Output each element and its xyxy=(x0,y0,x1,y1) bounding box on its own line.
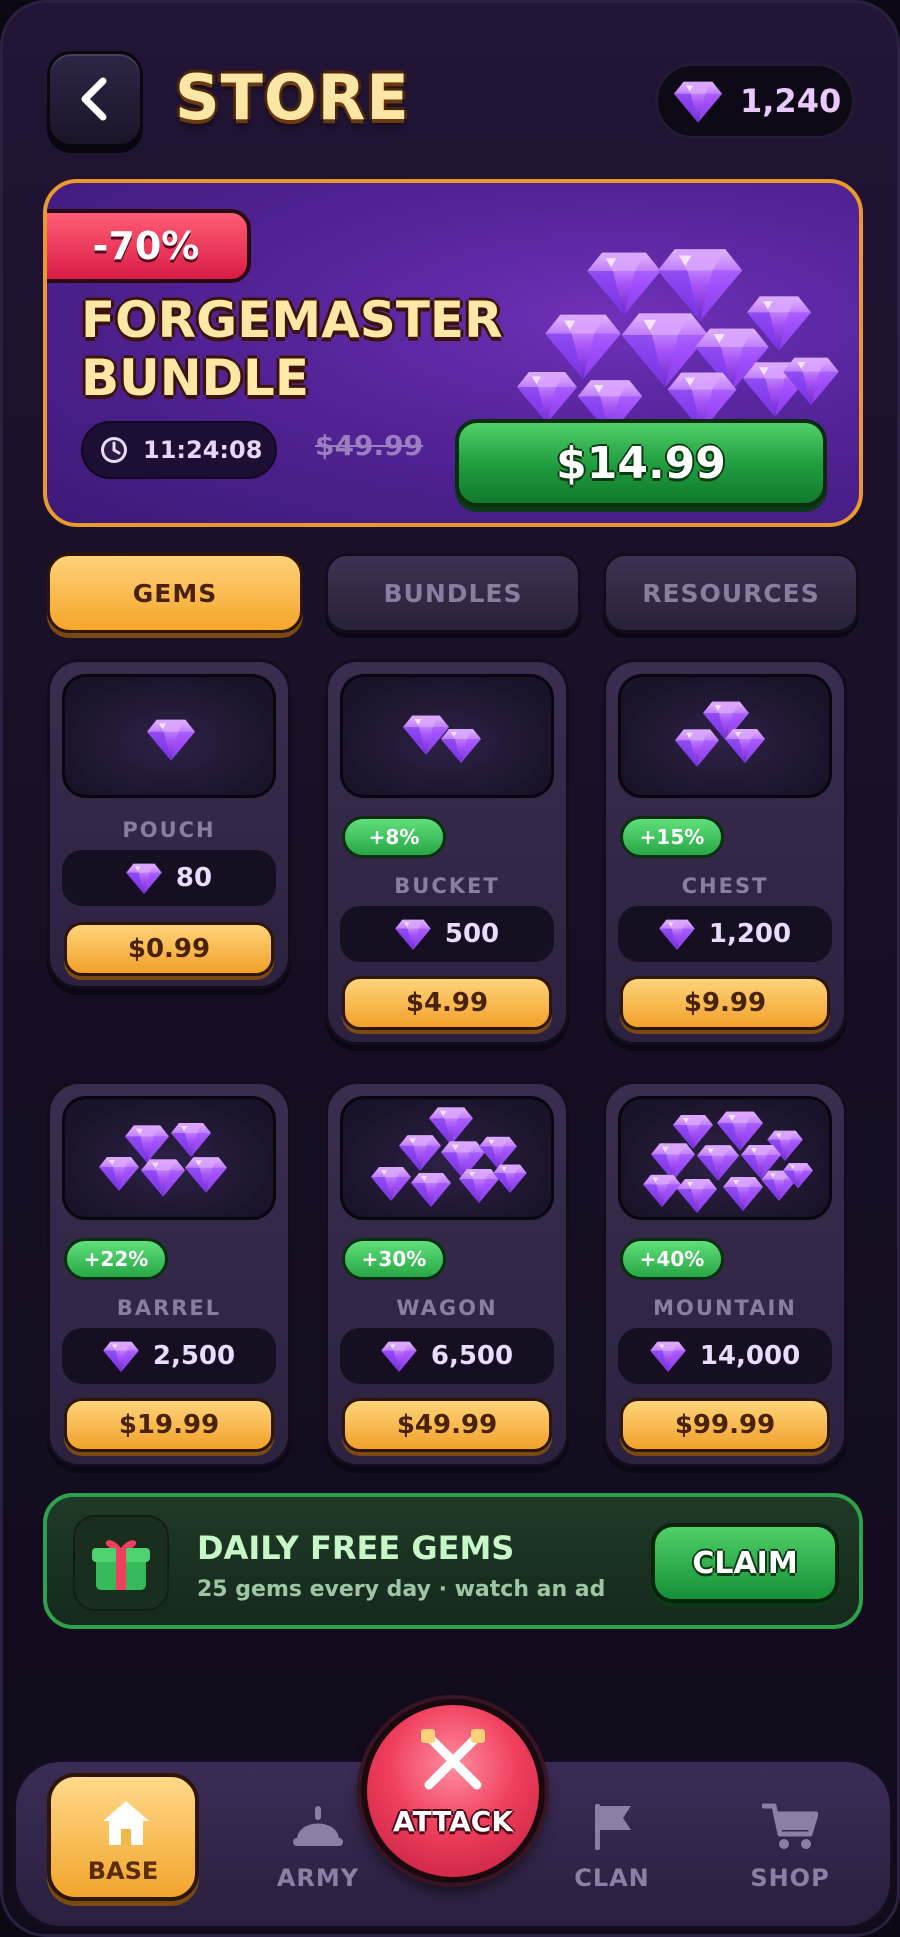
attack-label: ATTACK xyxy=(392,1805,514,1838)
gem-icon xyxy=(381,1340,417,1372)
offer-timer: 11:24:08 xyxy=(81,421,277,479)
tab-gems[interactable]: GEMS xyxy=(47,553,303,633)
gem-icon xyxy=(650,1340,686,1372)
pack-amount: 500 xyxy=(340,906,554,962)
gem-icon xyxy=(103,1340,139,1372)
featured-offer[interactable]: -70% FORGEMASTER BUNDLE 11:24:08 $49.99 … xyxy=(43,179,863,527)
nav-shop[interactable]: SHOP xyxy=(720,1798,860,1892)
pack-price-button[interactable]: $19.99 xyxy=(64,1398,274,1452)
pack-name: WAGON xyxy=(396,1296,498,1320)
pack-art xyxy=(62,674,276,798)
nav-shop-label: SHOP xyxy=(750,1864,830,1892)
crossed-swords-icon xyxy=(421,1729,485,1790)
bonus-badge: +30% xyxy=(342,1238,446,1280)
gem-pack-wagon[interactable]: +30% WAGON 6,500 $49.99 xyxy=(325,1081,569,1467)
gem-pack-chest[interactable]: +15% CHEST 1,200 $9.99 xyxy=(603,659,847,1045)
pack-price-button[interactable]: $9.99 xyxy=(620,976,830,1030)
gem-icon xyxy=(659,918,695,950)
clock-icon xyxy=(101,437,127,463)
gift-icon xyxy=(73,1515,169,1611)
offer-title: FORGEMASTER BUNDLE xyxy=(81,291,503,407)
pack-name: MOUNTAIN xyxy=(653,1296,797,1320)
pack-name: BARREL xyxy=(116,1296,222,1320)
daily-subtitle: 25 gems every day · watch an ad xyxy=(197,1577,606,1602)
cart-icon xyxy=(720,1798,860,1854)
offer-buy-button[interactable]: $14.99 xyxy=(455,419,827,507)
gem-pack-bucket[interactable]: +8% BUCKET 500 $4.99 xyxy=(325,659,569,1045)
pack-art xyxy=(618,674,832,798)
gem-cluster-icon xyxy=(371,1107,527,1207)
old-price: $49.99 xyxy=(315,429,424,462)
pack-amount-value: 80 xyxy=(175,863,213,893)
pack-art xyxy=(340,674,554,798)
gem-cluster-icon xyxy=(403,715,481,763)
pack-amount-value: 2,500 xyxy=(152,1341,236,1371)
chevron-left-icon xyxy=(81,77,107,121)
bonus-badge: +15% xyxy=(620,816,724,858)
bonus-badge: +40% xyxy=(620,1238,724,1280)
pack-amount: 2,500 xyxy=(62,1328,276,1384)
attack-button[interactable]: ATTACK xyxy=(361,1699,545,1883)
pack-name: BUCKET xyxy=(394,874,500,898)
pack-name: CHEST xyxy=(681,874,769,898)
gem-pack-barrel[interactable]: +22% BARREL 2,500 $19.99 xyxy=(47,1081,291,1467)
daily-free-gems-banner: DAILY FREE GEMS 25 gems every day · watc… xyxy=(43,1493,863,1629)
discount-badge: -70% xyxy=(47,209,251,283)
pack-price-button[interactable]: $0.99 xyxy=(64,922,274,976)
pack-art xyxy=(62,1096,276,1220)
pack-art xyxy=(618,1096,832,1220)
gem-cluster-icon xyxy=(99,1123,227,1197)
tab-bundles[interactable]: BUNDLES xyxy=(325,553,581,633)
gem-pack-mountain[interactable]: +40% MOUNTAIN 14,000 $99.99 xyxy=(603,1081,847,1467)
pack-amount-value: 6,500 xyxy=(430,1341,514,1371)
gem-icon xyxy=(674,79,722,123)
pack-amount: 14,000 xyxy=(618,1328,832,1384)
timer-value: 11:24:08 xyxy=(143,436,263,464)
flag-icon xyxy=(542,1798,682,1854)
tab-resources[interactable]: RESOURCES xyxy=(603,553,859,633)
pack-art xyxy=(340,1096,554,1220)
gem-balance-value: 1,240 xyxy=(740,82,842,120)
pack-price-button[interactable]: $49.99 xyxy=(342,1398,552,1452)
gem-cluster-icon xyxy=(675,701,765,767)
pack-amount: 6,500 xyxy=(340,1328,554,1384)
nav-base-label: BASE xyxy=(87,1857,159,1885)
store-screen: STORE 1,240 -70% FORGEMASTER BUNDLE 11:2… xyxy=(0,0,900,1937)
offer-title-line2: BUNDLE xyxy=(81,349,310,407)
bonus-badge: +22% xyxy=(64,1238,168,1280)
nav-clan[interactable]: CLAN xyxy=(542,1798,682,1892)
gem-cluster-icon xyxy=(643,1111,813,1213)
pack-amount-value: 14,000 xyxy=(699,1341,801,1371)
bonus-badge: +8% xyxy=(342,816,446,858)
daily-title: DAILY FREE GEMS xyxy=(197,1529,515,1567)
pack-amount: 80 xyxy=(62,850,276,906)
claim-button[interactable]: CLAIM xyxy=(651,1523,839,1603)
pack-price-button[interactable]: $99.99 xyxy=(620,1398,830,1452)
pack-amount: 1,200 xyxy=(618,906,832,962)
pack-name: POUCH xyxy=(122,818,216,842)
home-icon xyxy=(103,1801,149,1845)
gem-pack-pouch[interactable]: POUCH 80 $0.99 xyxy=(47,659,291,989)
gem-balance[interactable]: 1,240 xyxy=(655,63,855,139)
nav-army-label: ARMY xyxy=(276,1864,360,1892)
back-button[interactable] xyxy=(47,51,143,147)
offer-title-line1: FORGEMASTER xyxy=(81,291,503,349)
pack-price-button[interactable]: $4.99 xyxy=(342,976,552,1030)
pack-amount-value: 500 xyxy=(444,919,500,949)
nav-clan-label: CLAN xyxy=(574,1864,650,1892)
nav-base[interactable]: BASE xyxy=(47,1773,199,1901)
gem-icon xyxy=(147,717,195,761)
page-title: STORE xyxy=(175,61,410,134)
gem-icon xyxy=(126,862,162,894)
gem-icon xyxy=(395,918,431,950)
gem-pile-art xyxy=(517,249,839,435)
pack-amount-value: 1,200 xyxy=(708,919,792,949)
